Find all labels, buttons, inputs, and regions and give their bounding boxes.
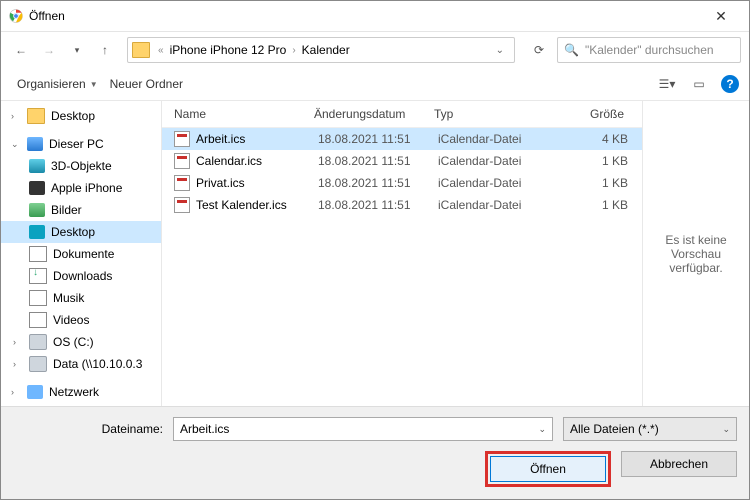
tree-apple-iphone[interactable]: Apple iPhone bbox=[1, 177, 161, 199]
preview-pane-button[interactable]: ▭ bbox=[687, 74, 711, 94]
file-icon bbox=[174, 153, 190, 169]
tree-this-pc[interactable]: ⌄Dieser PC bbox=[1, 133, 161, 155]
tree-desktop[interactable]: Desktop bbox=[1, 221, 161, 243]
file-date: 18.08.2021 11:51 bbox=[318, 132, 438, 146]
search-icon: 🔍 bbox=[564, 43, 579, 57]
file-name: Test Kalender.ics bbox=[196, 198, 318, 212]
file-size: 1 KB bbox=[558, 176, 628, 190]
file-row[interactable]: Calendar.ics18.08.2021 11:51iCalendar-Da… bbox=[162, 150, 642, 172]
back-button[interactable]: ← bbox=[9, 38, 33, 62]
preview-pane: Es ist keine Vorschau verfügbar. bbox=[642, 101, 749, 406]
breadcrumb-part-1[interactable]: Kalender bbox=[298, 43, 354, 57]
file-icon bbox=[174, 131, 190, 147]
chevron-down-icon: ⌄ bbox=[722, 424, 730, 435]
recent-dropdown[interactable]: ▾ bbox=[65, 38, 89, 62]
chevron-right-icon: › bbox=[292, 45, 295, 56]
file-rows: Arbeit.ics18.08.2021 11:51iCalendar-Date… bbox=[162, 128, 642, 406]
refresh-button[interactable]: ⟳ bbox=[525, 38, 553, 62]
tree-downloads[interactable]: Downloads bbox=[1, 265, 161, 287]
chrome-icon bbox=[9, 9, 23, 23]
file-icon bbox=[174, 175, 190, 191]
organize-button[interactable]: Organisieren▼ bbox=[11, 74, 104, 94]
file-row[interactable]: Arbeit.ics18.08.2021 11:51iCalendar-Date… bbox=[162, 128, 642, 150]
col-name[interactable]: Name bbox=[174, 107, 314, 121]
file-size: 1 KB bbox=[558, 154, 628, 168]
address-dropdown[interactable]: ⌄ bbox=[490, 45, 510, 56]
address-bar[interactable]: « iPhone iPhone 12 Pro › Kalender ⌄ bbox=[127, 37, 515, 63]
tree-documents[interactable]: Dokumente bbox=[1, 243, 161, 265]
open-button[interactable]: Öffnen bbox=[490, 456, 606, 482]
file-size: 4 KB bbox=[558, 132, 628, 146]
tree-pictures[interactable]: Bilder bbox=[1, 199, 161, 221]
open-dialog: Öffnen ✕ ← → ▾ ↑ « iPhone iPhone 12 Pro … bbox=[0, 0, 750, 500]
file-name: Arbeit.ics bbox=[196, 132, 318, 146]
cancel-button[interactable]: Abbrechen bbox=[621, 451, 737, 477]
file-type: iCalendar-Datei bbox=[438, 154, 558, 168]
file-date: 18.08.2021 11:51 bbox=[318, 198, 438, 212]
file-name: Privat.ics bbox=[196, 176, 318, 190]
col-type[interactable]: Typ bbox=[434, 107, 554, 121]
tree-desktop-top[interactable]: ›Desktop bbox=[1, 105, 161, 127]
breadcrumb-part-0[interactable]: iPhone iPhone 12 Pro bbox=[166, 43, 291, 57]
annotation-highlight: Öffnen bbox=[485, 451, 611, 487]
dialog-title: Öffnen bbox=[29, 9, 701, 23]
file-row[interactable]: Test Kalender.ics18.08.2021 11:51iCalend… bbox=[162, 194, 642, 216]
file-type: iCalendar-Datei bbox=[438, 198, 558, 212]
file-date: 18.08.2021 11:51 bbox=[318, 154, 438, 168]
folder-icon bbox=[132, 42, 150, 58]
file-row[interactable]: Privat.ics18.08.2021 11:51iCalendar-Date… bbox=[162, 172, 642, 194]
col-date[interactable]: Änderungsdatum bbox=[314, 107, 434, 121]
nav-tree: ›Desktop ⌄Dieser PC 3D-Objekte Apple iPh… bbox=[1, 101, 162, 406]
bottom-bar: Dateiname: Arbeit.ics ⌄ Alle Dateien (*.… bbox=[1, 406, 749, 499]
tree-3d-objects[interactable]: 3D-Objekte bbox=[1, 155, 161, 177]
tree-network[interactable]: ›Netzwerk bbox=[1, 381, 161, 403]
chevron-down-icon[interactable]: ⌄ bbox=[538, 424, 546, 435]
file-type: iCalendar-Datei bbox=[438, 132, 558, 146]
help-button[interactable]: ? bbox=[721, 75, 739, 93]
up-button[interactable]: ↑ bbox=[93, 38, 117, 62]
tree-drive-c[interactable]: ›OS (C:) bbox=[1, 331, 161, 353]
search-input[interactable]: 🔍 "Kalender" durchsuchen bbox=[557, 37, 741, 63]
file-type-filter[interactable]: Alle Dateien (*.*) ⌄ bbox=[563, 417, 737, 441]
new-folder-button[interactable]: Neuer Ordner bbox=[104, 74, 189, 94]
file-name: Calendar.ics bbox=[196, 154, 318, 168]
tree-music[interactable]: Musik bbox=[1, 287, 161, 309]
breadcrumb-overflow[interactable]: « bbox=[158, 45, 164, 56]
close-button[interactable]: ✕ bbox=[701, 8, 741, 25]
filename-input[interactable]: Arbeit.ics ⌄ bbox=[173, 417, 553, 441]
col-size[interactable]: Größe bbox=[554, 107, 624, 121]
file-date: 18.08.2021 11:51 bbox=[318, 176, 438, 190]
view-options-button[interactable]: ☰▾ bbox=[655, 74, 679, 94]
toolbar: Organisieren▼ Neuer Ordner ☰▾ ▭ ? bbox=[1, 68, 749, 101]
column-headers[interactable]: Name Änderungsdatum Typ Größe bbox=[162, 101, 642, 128]
file-size: 1 KB bbox=[558, 198, 628, 212]
preview-text: Es ist keine Vorschau verfügbar. bbox=[651, 233, 741, 275]
file-icon bbox=[174, 197, 190, 213]
file-list-pane: Name Änderungsdatum Typ Größe Arbeit.ics… bbox=[162, 101, 642, 406]
filename-label: Dateiname: bbox=[13, 422, 163, 436]
tree-videos[interactable]: Videos bbox=[1, 309, 161, 331]
search-placeholder: "Kalender" durchsuchen bbox=[585, 43, 714, 57]
nav-row: ← → ▾ ↑ « iPhone iPhone 12 Pro › Kalende… bbox=[1, 32, 749, 68]
tree-drive-data[interactable]: ›Data (\\10.10.0.3 bbox=[1, 353, 161, 375]
file-type: iCalendar-Datei bbox=[438, 176, 558, 190]
titlebar: Öffnen ✕ bbox=[1, 1, 749, 32]
forward-button[interactable]: → bbox=[37, 38, 61, 62]
